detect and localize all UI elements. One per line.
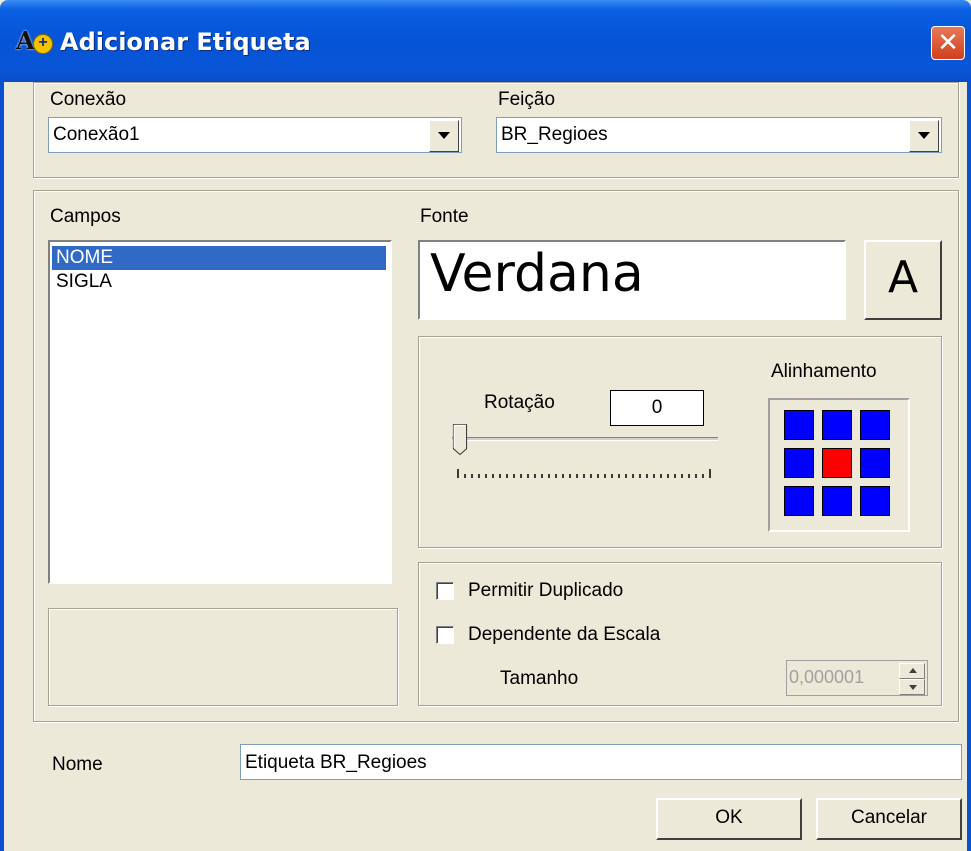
tamanho-spinner[interactable]: 0,000001 bbox=[786, 660, 928, 696]
list-item[interactable]: SIGLA bbox=[52, 270, 386, 294]
window-border-left bbox=[0, 82, 4, 851]
font-select-button[interactable]: A bbox=[864, 240, 942, 320]
feicao-combo[interactable]: BR_Regioes bbox=[496, 117, 942, 153]
chevron-down-icon[interactable] bbox=[909, 120, 939, 152]
alignment-cell[interactable] bbox=[784, 410, 814, 440]
alignment-cell[interactable] bbox=[822, 410, 852, 440]
close-button[interactable]: ✕ bbox=[931, 26, 965, 60]
nome-label: Nome bbox=[52, 754, 103, 775]
alignment-cell[interactable] bbox=[822, 448, 852, 478]
alignment-cell[interactable] bbox=[784, 486, 814, 516]
fonte-label: Fonte bbox=[420, 206, 469, 227]
dependente-escala-checkbox[interactable] bbox=[436, 626, 454, 644]
chevron-down-icon[interactable] bbox=[429, 120, 459, 152]
font-preview-text: Verdana bbox=[430, 244, 644, 304]
add-label-icon: A + bbox=[14, 26, 54, 56]
alignment-grid bbox=[768, 398, 910, 532]
list-item[interactable]: NOME bbox=[52, 246, 386, 270]
alignment-cell[interactable] bbox=[860, 486, 890, 516]
nome-value: Etiqueta BR_Regioes bbox=[245, 752, 427, 773]
alignment-cell[interactable] bbox=[860, 410, 890, 440]
feicao-value: BR_Regioes bbox=[501, 124, 608, 145]
rotation-slider-track[interactable] bbox=[452, 437, 718, 441]
alignment-cell[interactable] bbox=[822, 486, 852, 516]
slider-ticks bbox=[457, 469, 711, 478]
conexao-value: Conexão1 bbox=[53, 124, 140, 145]
rotation-input[interactable]: 0 bbox=[610, 390, 704, 426]
permitir-duplicado-label: Permitir Duplicado bbox=[468, 580, 624, 601]
alignment-cell[interactable] bbox=[784, 448, 814, 478]
rotation-slider-thumb[interactable] bbox=[450, 424, 470, 456]
tamanho-label: Tamanho bbox=[500, 668, 579, 689]
cancel-button[interactable]: Cancelar bbox=[816, 798, 962, 840]
conexao-label: Conexão bbox=[50, 89, 127, 110]
tamanho-value: 0,000001 bbox=[789, 667, 865, 687]
alinhamento-label: Alinhamento bbox=[771, 361, 877, 382]
dependente-escala-label: Dependente da Escala bbox=[468, 624, 661, 645]
campos-list[interactable]: NOME SIGLA bbox=[48, 240, 392, 584]
alignment-cell[interactable] bbox=[860, 448, 890, 478]
conexao-combo[interactable]: Conexão1 bbox=[48, 117, 462, 153]
rotacao-label: Rotação bbox=[484, 392, 555, 413]
empty-panel bbox=[48, 608, 398, 706]
ok-button[interactable]: OK bbox=[656, 798, 802, 840]
campos-label: Campos bbox=[50, 206, 121, 227]
permitir-duplicado-checkbox[interactable] bbox=[436, 582, 454, 600]
window-title: Adicionar Etiqueta bbox=[60, 28, 311, 56]
window-border-right bbox=[967, 82, 971, 851]
font-preview: Verdana bbox=[418, 240, 846, 320]
spin-down-button[interactable] bbox=[899, 679, 925, 695]
nome-input[interactable]: Etiqueta BR_Regioes bbox=[240, 744, 962, 780]
feicao-label: Feição bbox=[498, 89, 556, 110]
spin-up-button[interactable] bbox=[899, 663, 925, 679]
